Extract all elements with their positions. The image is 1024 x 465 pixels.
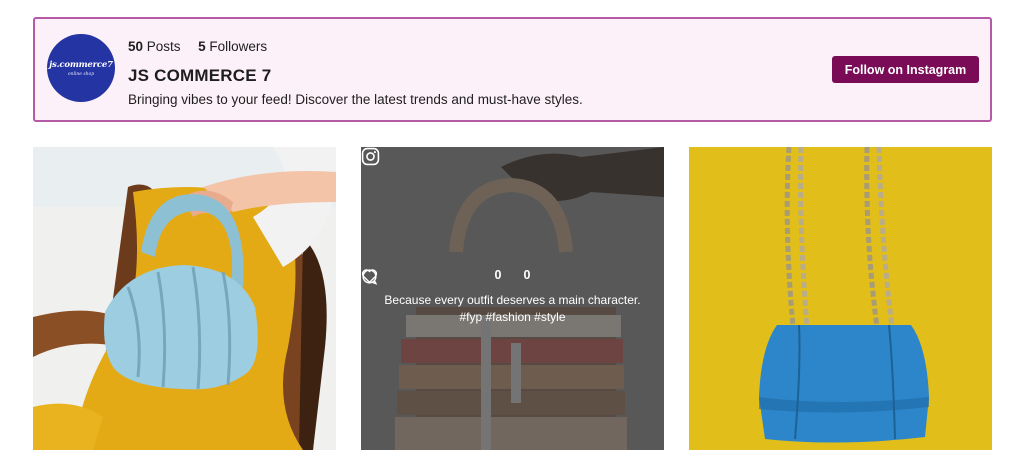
- avatar[interactable]: js.commerce7 online shop: [47, 34, 115, 102]
- likes-count: 0: [494, 268, 502, 282]
- post-image-2[interactable]: 0 0 Because every outfit deserves a main…: [361, 147, 664, 450]
- post-caption-hashtags: #fyp #fashion #style: [459, 310, 566, 324]
- followers-count: 5: [198, 39, 206, 54]
- post-image-3[interactable]: [689, 147, 992, 450]
- profile-bio: Bringing vibes to your feed! Discover th…: [128, 92, 583, 107]
- followers-label: Followers: [209, 39, 268, 54]
- profile-stats: 50 Posts 5 Followers: [128, 39, 267, 54]
- posts-count: 50: [128, 39, 144, 54]
- instagram-icon[interactable]: [361, 147, 380, 166]
- post-photo-3: [689, 147, 992, 450]
- comments-count: 0: [523, 268, 531, 282]
- posts-label: Posts: [146, 39, 181, 54]
- page-title: JS COMMERCE 7: [128, 66, 272, 85]
- follow-on-instagram-button[interactable]: Follow on Instagram: [832, 56, 979, 83]
- avatar-sub: online shop: [67, 71, 95, 77]
- post-image-1[interactable]: [33, 147, 336, 450]
- avatar-brand: js.commerce7: [49, 59, 113, 70]
- post-caption: Because every outfit deserves a main cha…: [361, 292, 664, 326]
- profile-header: js.commerce7 online shop 50 Posts 5 Foll…: [33, 17, 992, 122]
- post-caption-line-1: Because every outfit deserves a main cha…: [384, 293, 641, 307]
- post-photo-1: [33, 147, 336, 450]
- comment-icon[interactable]: [361, 268, 378, 285]
- post-meta: 0 0 Because every outfit deserves a main…: [361, 268, 664, 326]
- post-hover-overlay: 0 0 Because every outfit deserves a main…: [361, 147, 664, 450]
